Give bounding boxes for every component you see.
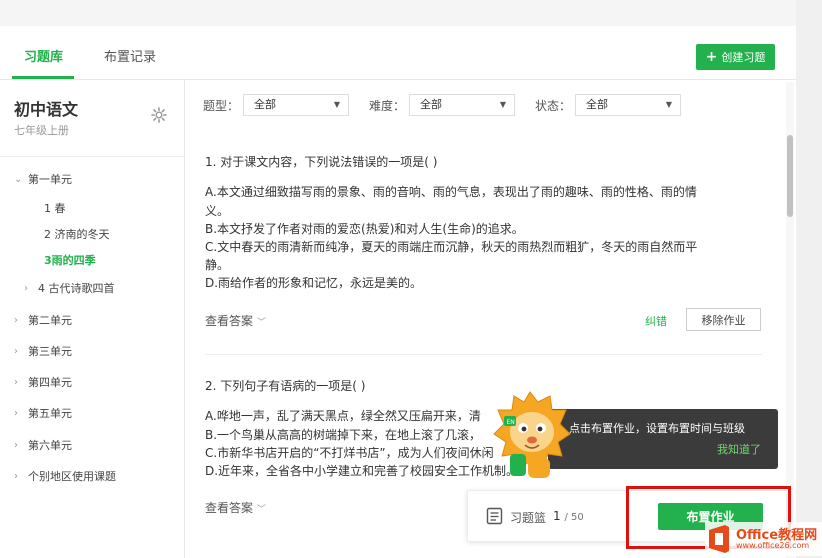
question-1-option-line: C.文中春天的雨清新而纯净，夏天的雨端庄而沉静，秋天的雨热烈而粗犷，冬天的雨自然…: [205, 240, 698, 254]
caret-down-icon: ▼: [333, 100, 341, 109]
tree-label: 第一单元: [28, 173, 72, 186]
tree-unit-3[interactable]: › 第三单元: [14, 343, 72, 359]
tab-assign-records[interactable]: 布置记录: [104, 46, 156, 65]
basket-count-value: 1: [553, 509, 561, 523]
tree-unit-6[interactable]: › 第六单元: [14, 437, 72, 453]
gear-icon[interactable]: [151, 107, 167, 123]
tree-label: 第二单元: [28, 314, 72, 327]
question-1-title: 1. 对于课文内容，下列说法错误的一项是( ): [205, 155, 438, 169]
filter-status-label: 状态：: [535, 98, 572, 113]
book-title: 初中语文: [14, 100, 79, 119]
filter-difficulty-select[interactable]: 全部 ▼: [409, 94, 516, 116]
chevron-right-icon: ›: [14, 470, 18, 482]
remove-homework-button[interactable]: 移除作业: [686, 308, 761, 331]
view-answer-label: 查看答案: [205, 501, 254, 515]
guide-tooltip-text: 点击布置作业，设置布置时间与班级: [569, 422, 745, 435]
tree-unit-4[interactable]: › 第四单元: [14, 374, 72, 390]
question-divider: [205, 354, 762, 355]
filter-type-select[interactable]: 全部 ▼: [243, 94, 350, 116]
question-2-title: 2. 下列句子有语病的一项是( ): [205, 379, 366, 393]
tree-label: 第六单元: [28, 439, 72, 452]
chevron-right-icon: ›: [14, 407, 18, 419]
view-answer-toggle[interactable]: 查看答案 ﹀: [205, 499, 266, 516]
filter-difficulty-value: 全部: [420, 98, 443, 111]
tree-label: 1 春: [44, 202, 66, 215]
question-1-option-line: 义。: [205, 204, 230, 218]
chevron-right-icon: ›: [24, 282, 28, 294]
filter-difficulty-label: 难度：: [369, 98, 406, 113]
chevron-down-icon: ⌄: [14, 173, 23, 185]
active-tab-indicator: [12, 76, 74, 79]
top-tab-bar: 习题库 布置记录: [0, 26, 796, 80]
filter-bar: 题型： 全部 ▼ 难度： 全部 ▼ 状态： 全部 ▼: [203, 94, 701, 116]
question-2-option-line: C.市新华书店开启的“不打烊书店”，成为人们夜间休闲: [205, 446, 494, 460]
guide-tooltip: [548, 409, 778, 469]
question-1-option-line: B.本文抒发了作者对雨的爱恋(热爱)和对人生(生命)的追求。: [205, 222, 524, 236]
filter-type-value: 全部: [254, 98, 277, 111]
tree-label: 第五单元: [28, 407, 72, 420]
filter-status-value: 全部: [586, 98, 609, 111]
create-question-label: 创建习题: [721, 51, 766, 64]
tree-regional-topics[interactable]: › 个别地区使用课题: [14, 468, 116, 484]
question-2-option-line: D.近年来，全省各中小学建立和完善了校园安全工作机制。: [205, 464, 519, 478]
chevron-right-icon: ›: [14, 345, 18, 357]
chevron-down-icon: ﹀: [256, 318, 266, 328]
question-2-option-line: B.一个鸟巢从高高的树端掉下来，在地上滚了几滚，: [205, 428, 482, 442]
chevron-right-icon: ›: [14, 439, 18, 451]
tree-lesson-2[interactable]: 2 济南的冬天: [44, 226, 110, 242]
svg-text:EN: EN: [507, 419, 515, 426]
tree-lesson-4[interactable]: › 4 古代诗歌四首: [24, 280, 115, 296]
tree-label: 第四单元: [28, 376, 72, 389]
caret-down-icon: ▼: [499, 100, 507, 109]
tree-label: 个别地区使用课题: [28, 470, 116, 483]
view-answer-label: 查看答案: [205, 314, 254, 328]
tree-unit-1[interactable]: ⌄ 第一单元: [14, 171, 72, 187]
tree-label: 4 古代诗歌四首: [38, 282, 115, 295]
tree-unit-2[interactable]: › 第二单元: [14, 312, 72, 328]
basket-clipboard-icon[interactable]: [486, 507, 503, 525]
scrollbar-thumb[interactable]: [787, 135, 793, 217]
create-question-button[interactable]: + 创建习题: [696, 44, 775, 70]
chevron-down-icon: ﹀: [256, 505, 266, 515]
tree-label: 3雨的四季: [44, 254, 96, 267]
lion-mascot-icon: EN: [493, 391, 571, 478]
tree-label: 第三单元: [28, 345, 72, 358]
right-gap: [796, 0, 822, 558]
watermark-subtext: www.office26.com: [736, 541, 810, 550]
basket-label[interactable]: 习题篮: [510, 509, 546, 526]
chevron-right-icon: ›: [14, 314, 18, 326]
top-gap: [0, 0, 796, 26]
question-1-option-line: A.本文通过细致描写雨的景象、雨的音响、雨的气息，表现出了雨的趣味、雨的性格、雨…: [205, 185, 697, 199]
view-answer-toggle[interactable]: 查看答案 ﹀: [205, 312, 266, 329]
report-error-link[interactable]: 纠错: [645, 313, 667, 329]
question-1-option-line: 静。: [205, 258, 230, 272]
chevron-right-icon: ›: [14, 376, 18, 388]
plus-icon: +: [705, 49, 718, 65]
tree-label: 2 济南的冬天: [44, 228, 110, 241]
question-1-option-line: D.雨给作者的形象和记忆，永远是美的。: [205, 276, 423, 290]
question-2-option-line: A.哗地一声，乱了满天黑点，绿全然又压扁开来，清: [205, 409, 481, 423]
caret-down-icon: ▼: [665, 100, 673, 109]
tree-lesson-1[interactable]: 1 春: [44, 200, 66, 216]
tree-unit-5[interactable]: › 第五单元: [14, 405, 72, 421]
tab-question-bank[interactable]: 习题库: [24, 46, 63, 65]
basket-count: 1 / 50: [553, 509, 584, 523]
book-subtitle: 七年级上册: [14, 124, 69, 137]
guide-dismiss-link[interactable]: 我知道了: [717, 441, 761, 457]
sidebar-divider: [0, 156, 185, 157]
filter-type-label: 题型：: [203, 98, 240, 113]
tree-lesson-3-selected[interactable]: 3雨的四季: [44, 252, 96, 268]
basket-count-total: / 50: [564, 512, 584, 523]
filter-status-select[interactable]: 全部 ▼: [575, 94, 682, 116]
